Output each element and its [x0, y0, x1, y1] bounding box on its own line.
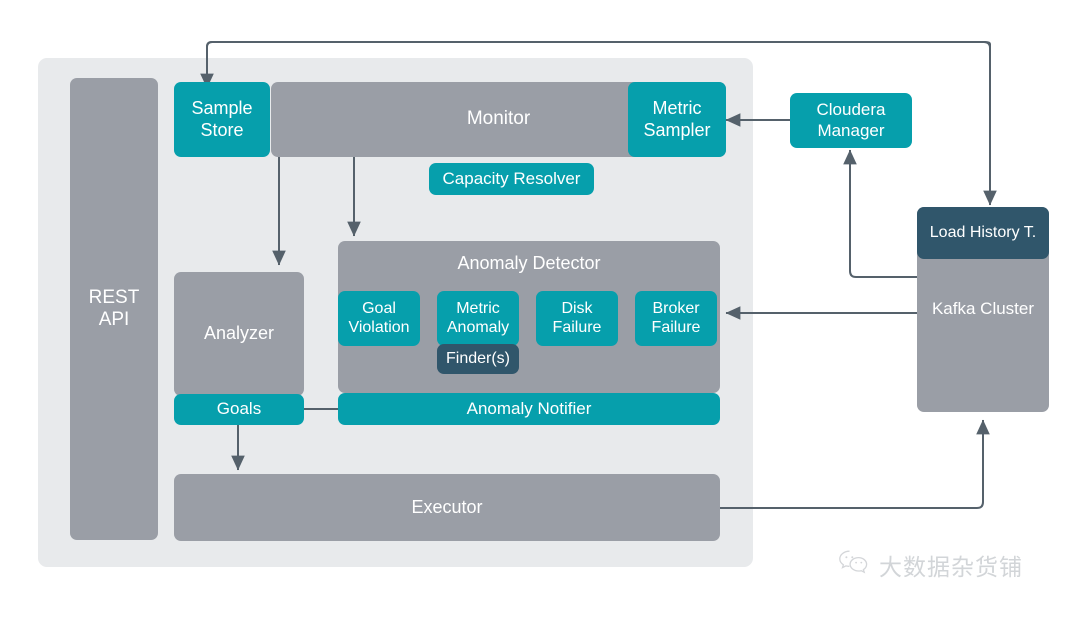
node-goals[interactable]: Goals — [174, 394, 304, 425]
edge-executor-to-kafka-cluster — [716, 419, 990, 509]
node-metric-anomaly[interactable]: Metric Anomaly — [437, 291, 519, 346]
node-finders[interactable]: Finder(s) — [437, 344, 519, 374]
node-analyzer[interactable]: Analyzer — [174, 272, 304, 396]
wechat-icon — [838, 549, 870, 581]
node-executor[interactable]: Executor — [174, 474, 720, 541]
node-metric-sampler[interactable]: Metric Sampler — [628, 82, 726, 157]
node-capacity-resolver[interactable]: Capacity Resolver — [429, 163, 594, 195]
edge-kafka-cluster-to-cloudera-manager — [843, 149, 917, 278]
node-cloudera-manager[interactable]: Cloudera Manager — [790, 93, 912, 148]
diagram-canvas: REST API Monitor Sample Store Metric Sam… — [0, 0, 1080, 620]
node-broker-failure[interactable]: Broker Failure — [635, 291, 717, 346]
node-goal-violation[interactable]: Goal Violation — [338, 291, 420, 346]
watermark-text: 大数据杂货铺 — [879, 554, 1023, 580]
node-rest-api[interactable]: REST API — [70, 78, 158, 540]
node-load-history-topic[interactable]: Load History T. — [917, 207, 1049, 259]
node-sample-store[interactable]: Sample Store — [174, 82, 270, 157]
node-disk-failure[interactable]: Disk Failure — [536, 291, 618, 346]
watermark: 大数据杂货铺 — [838, 548, 1023, 582]
node-anomaly-notifier[interactable]: Anomaly Notifier — [338, 393, 720, 425]
